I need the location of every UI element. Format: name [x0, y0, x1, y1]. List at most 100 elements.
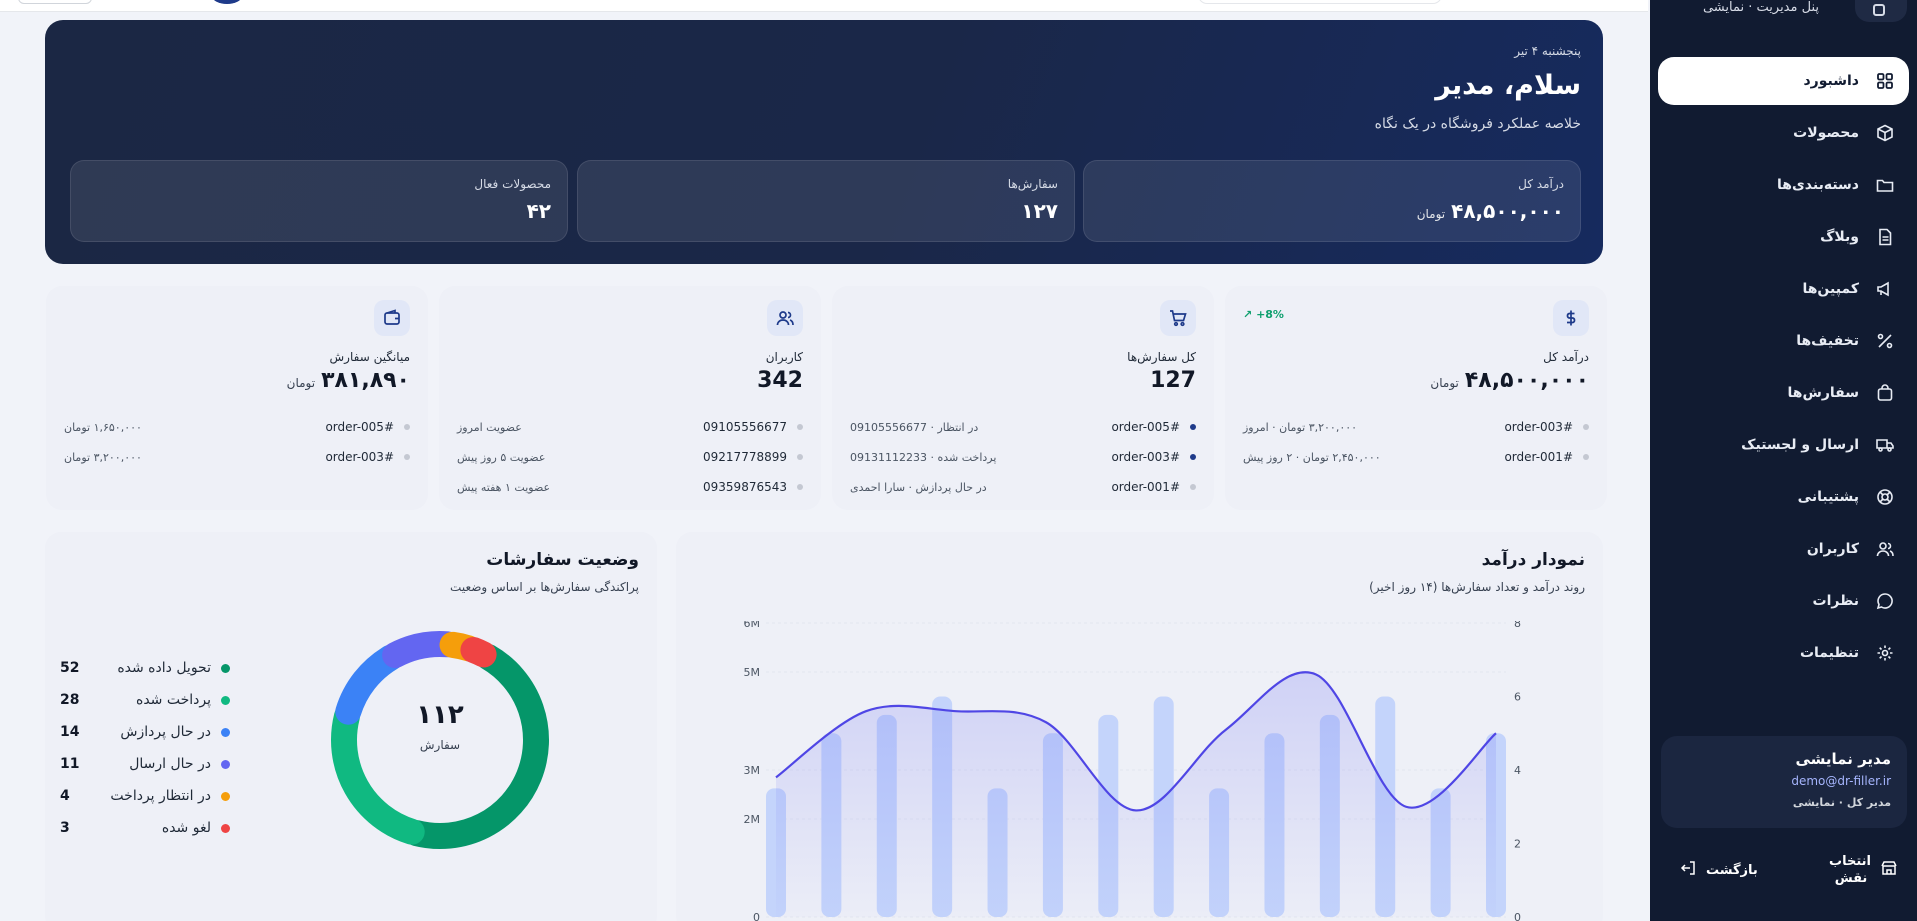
- donut-slice: [460, 636, 497, 668]
- sidebar-item-label: تخفیف‌ها: [1796, 333, 1859, 349]
- y-left-tick-label: 6M: [744, 621, 761, 630]
- brand-title: پنل مدیریت · نمایشی: [1702, 0, 1819, 15]
- hero-stat-label: محصولات فعال: [474, 177, 551, 191]
- topbar-button[interactable]: [18, 0, 92, 4]
- legend-item: تحویل داده شده 52: [60, 652, 230, 684]
- card-average-order: میانگین سفارش ۳۸۱,۸۹۰تومان #order-005 ۱,۶…: [46, 286, 428, 510]
- list-item[interactable]: 09217778899 عضویت ۵ روز پیش: [457, 442, 803, 472]
- dashboard-icon: [1875, 71, 1895, 91]
- switch-role-button[interactable]: انتخاب نقش: [1829, 853, 1897, 887]
- list-item[interactable]: #order-003 ۳,۲۰۰,۰۰۰ تومان: [64, 442, 410, 472]
- donut-total: ۱۱۲: [416, 700, 464, 730]
- order-status-title: وضعیت سفارشات: [486, 550, 639, 570]
- sidebar-item-users[interactable]: کاربران: [1650, 523, 1917, 575]
- card-label: کاربران: [765, 350, 803, 364]
- sidebar-item-categories[interactable]: دسته‌بندی‌ها: [1650, 159, 1917, 211]
- sidebar-item-discounts[interactable]: تخفیف‌ها: [1650, 315, 1917, 367]
- list-item[interactable]: #order-005 در انتظار · 09105556677: [850, 412, 1196, 442]
- gear-icon: [1875, 643, 1895, 663]
- legend-dot: [221, 663, 230, 673]
- legend-value: 3: [60, 820, 70, 836]
- profile-card[interactable]: مدیر نمایشی demo@dr-filler.ir مدیر کل · …: [1661, 736, 1907, 828]
- percent-icon: [1875, 331, 1895, 351]
- y-right-tick-label: 6: [1514, 691, 1521, 704]
- hero-stat-revenue: درآمد کل ۴۸,۵۰۰,۰۰۰تومان: [1083, 160, 1581, 242]
- welcome-hero: پنجشنبه ۴ تیر سلام، مدیر خلاصه عملکرد فر…: [45, 20, 1603, 264]
- legend-label: در انتظار پرداخت: [110, 788, 211, 804]
- card-total-revenue: ↗ +8% درآمد کل ۴۸,۵۰۰,۰۰۰تومان #order-00…: [1225, 286, 1607, 510]
- page-title: سلام، مدیر: [1435, 70, 1581, 101]
- revenue-chart: 0 2M 3M 5M 6M 0 2 4 6 8: [744, 621, 1522, 921]
- sidebar-item-shipping[interactable]: ارسال و لجستیک: [1650, 419, 1917, 471]
- list-item[interactable]: #order-003 ۳,۲۰۰,۰۰۰ تومان · امروز: [1243, 412, 1589, 442]
- legend-dot: [221, 759, 230, 769]
- switch-role-label: انتخاب نقش: [1829, 854, 1871, 886]
- hero-stat-value: ۴۲: [526, 199, 551, 223]
- logout-icon: [1680, 860, 1696, 880]
- legend-value: 4: [60, 788, 70, 804]
- truck-icon: [1875, 435, 1895, 455]
- sidebar-item-orders[interactable]: سفارش‌ها: [1650, 367, 1917, 419]
- store-icon: [1881, 860, 1897, 880]
- card-label: میانگین سفارش: [329, 350, 410, 364]
- hero-stat-value: ۱۲۷: [1021, 199, 1058, 223]
- profile-role: مدیر کل · نمایشی: [1792, 796, 1891, 809]
- sidebar-item-label: وبلاگ: [1820, 229, 1859, 245]
- hero-stat-products: محصولات فعال ۴۲: [70, 160, 568, 242]
- back-label: بازگشت: [1706, 862, 1758, 878]
- y-left-tick-label: 0: [753, 911, 760, 921]
- current-date: پنجشنبه ۴ تیر: [1514, 44, 1581, 58]
- dollar-icon: [1553, 300, 1589, 336]
- y-right-tick-label: 2: [1514, 838, 1521, 851]
- sidebar-item-label: کمپین‌ها: [1802, 281, 1859, 297]
- list-item[interactable]: 09359876543 عضویت ۱ هفته پیش: [457, 472, 803, 502]
- y-left-tick-label: 5M: [744, 666, 761, 679]
- card-value: ۳۸۱,۸۹۰تومان: [286, 368, 410, 393]
- legend-label: پرداخت شده: [135, 692, 211, 708]
- list-item[interactable]: #order-001 ۲,۴۵۰,۰۰۰ تومان · ۲ روز پیش: [1243, 442, 1589, 472]
- chat-icon: [1875, 591, 1895, 611]
- sidebar-item-blog[interactable]: وبلاگ: [1650, 211, 1917, 263]
- sidebar-item-label: ارسال و لجستیک: [1741, 437, 1859, 453]
- top-bar: [0, 0, 1648, 12]
- y-left-tick-label: 2M: [744, 813, 761, 826]
- sidebar-item-products[interactable]: محصولات: [1650, 107, 1917, 159]
- sidebar-item-label: تنظیمات: [1799, 645, 1859, 661]
- card-value: 342: [757, 368, 803, 393]
- sidebar-item-label: دسته‌بندی‌ها: [1776, 177, 1859, 193]
- sidebar-item-campaigns[interactable]: کمپین‌ها: [1650, 263, 1917, 315]
- sidebar-item-label: سفارش‌ها: [1787, 385, 1859, 401]
- y-left-tick-label: 3M: [744, 764, 761, 777]
- hero-stat-label: درآمد کل: [1518, 177, 1564, 191]
- list-item[interactable]: 09105556677 عضویت امروز: [457, 412, 803, 442]
- legend-dot: [221, 823, 230, 833]
- page-subtitle: خلاصه عملکرد فروشگاه در یک نگاه: [1374, 116, 1581, 132]
- list-item[interactable]: #order-003 پرداخت شده · 09131112233: [850, 442, 1196, 472]
- card-value: 127: [1150, 368, 1196, 393]
- bag-icon: [1875, 383, 1895, 403]
- sidebar-nav: داشبورد محصولات دسته‌بندی‌ها وبلاگ کمپین…: [1650, 55, 1917, 679]
- box-icon: [1875, 123, 1895, 143]
- back-button[interactable]: بازگشت: [1680, 860, 1758, 880]
- legend-label: لغو شده: [161, 820, 211, 836]
- list-item[interactable]: #order-005 ۱,۶۵۰,۰۰۰ تومان: [64, 412, 410, 442]
- revenue-chart-title: نمودار درآمد: [1481, 550, 1585, 570]
- user-avatar[interactable]: [212, 0, 242, 4]
- legend-item: در حال پردازش 14: [60, 716, 230, 748]
- donut-center: ۱۱۲ سفارش: [380, 700, 500, 752]
- sidebar-item-settings[interactable]: تنظیمات: [1650, 627, 1917, 679]
- legend-value: 11: [60, 756, 80, 772]
- sidebar-footer: انتخاب نقش بازگشت: [1650, 850, 1917, 890]
- sidebar-item-dashboard[interactable]: داشبورد: [1658, 57, 1909, 105]
- search-input[interactable]: [1198, 0, 1442, 4]
- legend-item: در انتظار پرداخت 4: [60, 780, 230, 812]
- legend-label: در حال ارسال: [129, 756, 211, 772]
- hero-stat-value: ۴۸,۵۰۰,۰۰۰تومان: [1416, 199, 1564, 223]
- sidebar-item-comments[interactable]: نظرات: [1650, 575, 1917, 627]
- sidebar-item-support[interactable]: پشتیبانی: [1650, 471, 1917, 523]
- card-total-orders: کل سفارش‌ها 127 #order-005 در انتظار · 09…: [832, 286, 1214, 510]
- list-item[interactable]: #order-001 در حال پردازش · سارا احمدی: [850, 472, 1196, 502]
- legend-dot: [221, 791, 230, 801]
- sidebar-item-label: پشتیبانی: [1797, 489, 1859, 505]
- users-icon: [767, 300, 803, 336]
